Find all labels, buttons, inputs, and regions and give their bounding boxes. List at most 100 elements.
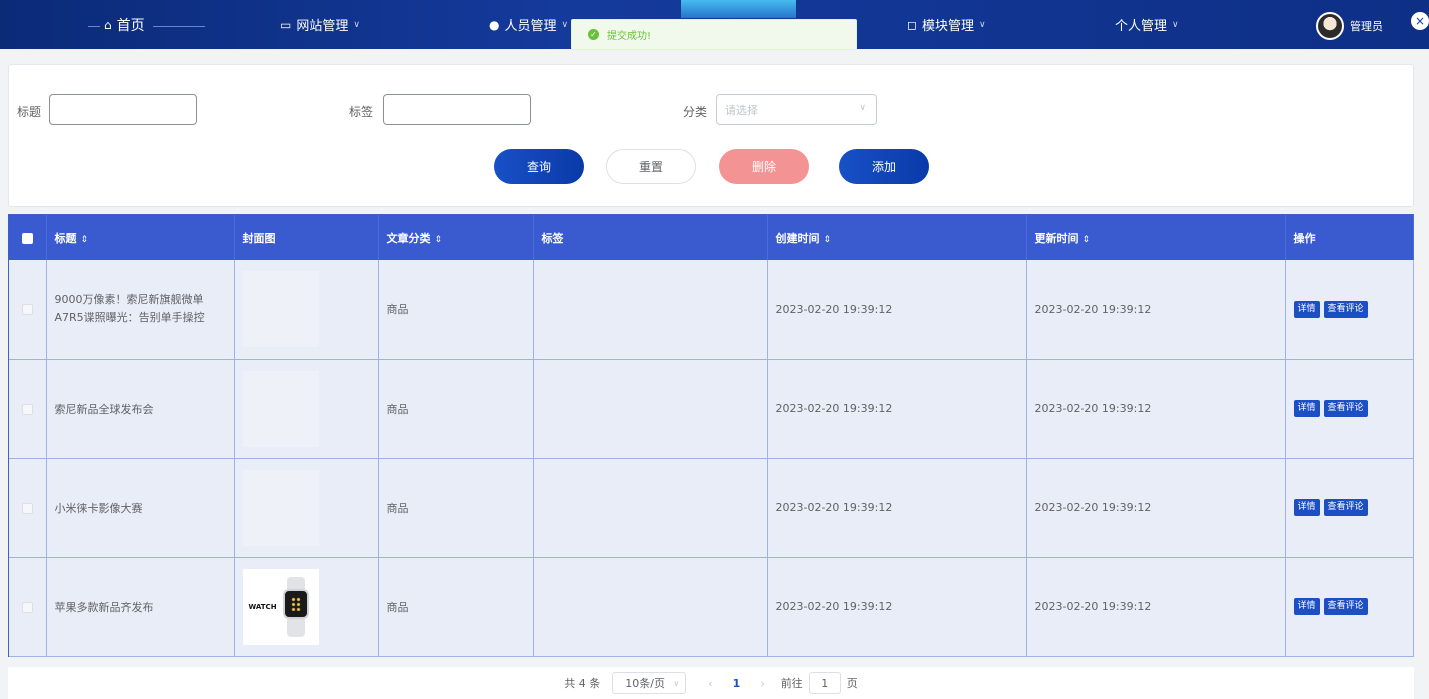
- nav-user-management-label: 人员管理: [504, 19, 557, 34]
- chevron-down-icon: ∨: [673, 678, 680, 688]
- row-checkbox[interactable]: [21, 601, 33, 613]
- row-checkbox[interactable]: [21, 304, 33, 316]
- close-icon[interactable]: ×: [1411, 12, 1429, 30]
- select-all-checkbox[interactable]: [21, 232, 33, 244]
- delete-button[interactable]: 删除: [719, 149, 809, 184]
- pagination-total: 共 4 条: [564, 677, 601, 690]
- view-comments-button[interactable]: 查看评论: [1323, 300, 1368, 318]
- pagination: 共 4 条 10条/页 ∨ ‹ 1 › 前往 1 页: [8, 667, 1414, 699]
- chevron-down-icon: ∨: [859, 103, 866, 113]
- title-input[interactable]: [49, 94, 197, 125]
- page-number-current[interactable]: 1: [733, 677, 741, 690]
- tag-input[interactable]: [383, 94, 531, 125]
- row-title: 9000万像素！索尼新旗舰微单A7R5谍照曝光：告别单手操控: [46, 260, 235, 360]
- row-title: 小米徕卡影像大赛: [46, 458, 235, 558]
- row-category: 商品: [378, 557, 534, 657]
- monitor-icon: ▭: [280, 17, 292, 32]
- col-updated-label: 更新时间: [1034, 231, 1079, 245]
- row-updated: 2023-02-20 19:39:12: [1026, 359, 1286, 459]
- view-comments-button[interactable]: 查看评论: [1323, 598, 1368, 615]
- row-updated: 2023-02-20 19:39:12: [1026, 557, 1286, 657]
- table-row: 9000万像素！索尼新旗舰微单A7R5谍照曝光：告别单手操控 商品 2023-0…: [9, 260, 1414, 360]
- view-comments-button[interactable]: 查看评论: [1323, 499, 1368, 516]
- row-updated: 2023-02-20 19:39:12: [1026, 458, 1286, 558]
- detail-button[interactable]: 详情: [1293, 499, 1320, 516]
- nav-home[interactable]: ⌂ 首页: [88, 0, 204, 49]
- view-comments-button[interactable]: 查看评论: [1323, 400, 1368, 417]
- goto-prefix: 前往: [780, 677, 803, 690]
- watch-icon: [281, 576, 311, 637]
- cover-image-placeholder: [242, 271, 319, 348]
- col-cover-label: 封面图: [242, 231, 276, 245]
- row-tags: [533, 458, 768, 558]
- query-button[interactable]: 查询: [494, 149, 584, 184]
- chevron-down-icon: ∨: [353, 19, 360, 30]
- row-actions: 详情 查看评论: [1285, 260, 1414, 360]
- row-cover-cell: [234, 260, 379, 360]
- row-category: 商品: [378, 458, 534, 558]
- success-toast: ✓ 提交成功!: [571, 19, 857, 50]
- col-created-label: 创建时间: [775, 231, 820, 245]
- detail-button[interactable]: 详情: [1293, 400, 1320, 417]
- nav-module-management[interactable]: ◻ 模块管理 ∨: [907, 0, 986, 49]
- table-row: 苹果多款新品齐发布 WATCH 商品 2023-02-20 19:39:12 2…: [9, 557, 1414, 657]
- nav-site-management-label: 网站管理: [296, 19, 349, 34]
- cover-image-placeholder: [242, 370, 319, 447]
- row-checkbox[interactable]: [21, 502, 33, 514]
- chevron-down-icon: ∨: [1172, 19, 1179, 30]
- col-header-updated[interactable]: 更新时间 ⇕: [1026, 215, 1286, 260]
- row-title: 苹果多款新品齐发布: [46, 557, 235, 657]
- sort-icon[interactable]: ⇕: [824, 235, 832, 245]
- col-header-title[interactable]: 标题 ⇕: [46, 215, 235, 260]
- row-tags: [533, 359, 768, 459]
- category-label: 分类: [683, 105, 708, 119]
- table-header-row: 标题 ⇕ 封面图 文章分类 ⇕ 标签 创建时间 ⇕ 更新时间 ⇕ 操作: [9, 215, 1414, 260]
- sort-icon[interactable]: ⇕: [435, 235, 443, 245]
- col-header-category[interactable]: 文章分类 ⇕: [378, 215, 534, 260]
- next-page-icon[interactable]: ›: [760, 677, 764, 690]
- window-icon: ◻: [907, 17, 917, 32]
- row-select-cell: [9, 359, 47, 459]
- row-cover-cell: [234, 458, 379, 558]
- cover-image-apple-watch: WATCH: [242, 568, 319, 645]
- nav-user-management[interactable]: ● 人员管理 ∨: [489, 0, 568, 49]
- row-created: 2023-02-20 19:39:12: [767, 359, 1027, 459]
- detail-button[interactable]: 详情: [1293, 300, 1320, 318]
- row-cover-cell: [234, 359, 379, 459]
- nav-personal-management[interactable]: 个人管理 ∨: [1115, 0, 1179, 49]
- col-header-created[interactable]: 创建时间 ⇕: [767, 215, 1027, 260]
- admin-name: 管理员: [1350, 20, 1383, 33]
- table-row: 小米徕卡影像大赛 商品 2023-02-20 19:39:12 2023-02-…: [9, 458, 1414, 558]
- row-actions: 详情 查看评论: [1285, 557, 1414, 657]
- row-created: 2023-02-20 19:39:12: [767, 557, 1027, 657]
- watch-logo-text: WATCH: [248, 602, 277, 611]
- add-button[interactable]: 添加: [839, 149, 929, 184]
- nav-decoration: [681, 0, 796, 18]
- chevron-down-icon: ∨: [561, 19, 569, 30]
- col-tags-label: 标签: [541, 231, 564, 245]
- cover-image-placeholder: [242, 469, 319, 546]
- sort-icon[interactable]: ⇕: [81, 235, 89, 245]
- chevron-down-icon: ∨: [978, 19, 986, 30]
- nav-site-management[interactable]: ▭ 网站管理 ∨: [280, 0, 360, 49]
- goto-suffix: 页: [846, 677, 858, 690]
- sort-icon[interactable]: ⇕: [1083, 235, 1091, 245]
- goto-page-input[interactable]: 1: [808, 672, 841, 694]
- tag-label: 标签: [349, 105, 374, 119]
- reset-button[interactable]: 重置: [606, 149, 696, 184]
- row-select-cell: [9, 458, 47, 558]
- row-select-cell: [9, 260, 47, 360]
- table-row: 索尼新品全球发布会 商品 2023-02-20 19:39:12 2023-02…: [9, 359, 1414, 459]
- row-checkbox[interactable]: [21, 403, 33, 415]
- col-header-cover: 封面图: [234, 215, 379, 260]
- prev-page-icon[interactable]: ‹: [708, 677, 712, 690]
- title-label: 标题: [17, 105, 42, 119]
- article-table: 标题 ⇕ 封面图 文章分类 ⇕ 标签 创建时间 ⇕ 更新时间 ⇕ 操作 9000万像素！…: [8, 214, 1414, 657]
- row-cover-cell: WATCH: [234, 557, 379, 657]
- detail-button[interactable]: 详情: [1293, 598, 1320, 615]
- category-select[interactable]: 请选择 ∨: [716, 94, 877, 125]
- avatar[interactable]: [1316, 12, 1344, 40]
- row-created: 2023-02-20 19:39:12: [767, 260, 1027, 360]
- row-updated: 2023-02-20 19:39:12: [1026, 260, 1286, 360]
- page-size-select[interactable]: 10条/页 ∨: [612, 672, 687, 694]
